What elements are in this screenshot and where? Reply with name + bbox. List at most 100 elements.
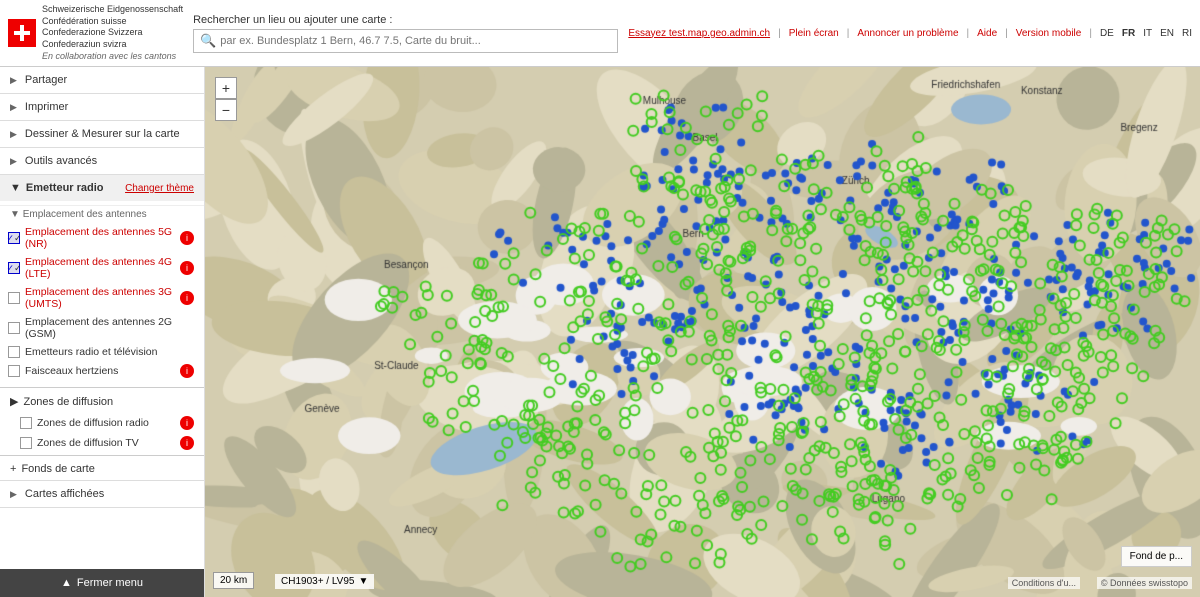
fermer-menu-label: Fermer menu: [77, 577, 143, 589]
logo-area: Schweizerische Eidgenossenschaft Confédé…: [8, 4, 183, 62]
zones-diffusion-label: Zones de diffusion: [23, 396, 113, 408]
lang-en[interactable]: EN: [1160, 28, 1174, 39]
aide-link[interactable]: Aide: [977, 28, 997, 39]
fermer-arrow-icon: ▲: [61, 577, 72, 589]
cartes-affichees-label: Cartes affichées: [25, 488, 104, 500]
layer-info-3g[interactable]: i: [180, 291, 194, 305]
emplacement-collapse-icon: ▼: [10, 209, 20, 220]
layer-item-zones-radio[interactable]: Zones de diffusion radio i: [0, 413, 204, 433]
sidebar-section-cartes: ▶ Cartes affichées: [0, 481, 204, 508]
map-scale: 20 km: [213, 572, 254, 589]
fond-carte-button[interactable]: Fond de p...: [1121, 546, 1192, 567]
zones-expand-icon: ▶: [10, 395, 18, 408]
layer-item-tv[interactable]: Emetteurs radio et télévision: [0, 343, 204, 361]
emetteur-collapse-icon: ▼: [10, 182, 21, 194]
layer-checkbox-zones-tv[interactable]: [20, 437, 32, 449]
sidebar-section-outils: ▶ Outils avancés: [0, 148, 204, 175]
layer-checkbox-faisceaux[interactable]: [8, 365, 20, 377]
layer-item-5g[interactable]: ✓ Emplacement des antennes 5G (NR) i: [0, 223, 204, 253]
conditions-link[interactable]: Conditions d'u...: [1008, 577, 1080, 589]
fonds-expand-icon: +: [10, 463, 16, 475]
layer-info-faisceaux[interactable]: i: [180, 364, 194, 378]
fonds-carte-label: Fonds de carte: [21, 463, 94, 475]
plein-ecran-link[interactable]: Plein écran: [789, 28, 839, 39]
layer-checkbox-zones-radio[interactable]: [20, 417, 32, 429]
sidebar-section-imprimer: ▶ Imprimer: [0, 94, 204, 121]
swiss-logo-icon: [8, 19, 36, 47]
lang-fr[interactable]: FR: [1122, 28, 1135, 39]
layer-info-4g[interactable]: i: [180, 261, 194, 275]
layer-item-4g[interactable]: ✓ Emplacement des antennes 4G (LTE) i: [0, 253, 204, 283]
sidebar-item-imprimer[interactable]: ▶ Imprimer: [0, 94, 204, 120]
layer-checkbox-tv[interactable]: [8, 346, 20, 358]
search-box: 🔍: [193, 29, 618, 53]
layer-info-5g[interactable]: i: [180, 231, 194, 245]
zoom-in-button[interactable]: +: [215, 77, 237, 99]
sidebar-item-cartes[interactable]: ▶ Cartes affichées: [0, 481, 204, 507]
attribution: © Données swisstopo: [1097, 577, 1192, 589]
layer-item-zones-tv[interactable]: Zones de diffusion TV i: [0, 433, 204, 453]
sidebar-item-partager[interactable]: ▶ Partager: [0, 67, 204, 93]
outils-label: Outils avancés: [25, 155, 97, 167]
logo-text: Schweizerische Eidgenossenschaft Confédé…: [42, 4, 183, 62]
layer-label-tv: Emetteurs radio et télévision: [25, 346, 194, 358]
sidebar-section-emetteur: ▼ Emetteur radio Changer thème ▼ Emplace…: [0, 175, 204, 481]
emetteur-header[interactable]: ▼ Emetteur radio Changer thème: [0, 175, 204, 201]
lang-de[interactable]: DE: [1100, 28, 1114, 39]
changer-theme-link[interactable]: Changer thème: [125, 183, 194, 194]
search-icon: 🔍: [200, 33, 216, 49]
layer-checkbox-5g[interactable]: ✓: [8, 232, 20, 244]
essayez-link[interactable]: Essayez test.map.geo.admin.ch: [628, 28, 770, 39]
version-mobile-link[interactable]: Version mobile: [1016, 28, 1082, 39]
sidebar: ▶ Partager ▶ Imprimer ▶ Dessiner & Mesur…: [0, 67, 205, 597]
sidebar-section-dessiner: ▶ Dessiner & Mesurer sur la carte: [0, 121, 204, 148]
emetteur-label: Emetteur radio: [26, 182, 104, 194]
annoncer-link[interactable]: Annoncer un problème: [857, 28, 958, 39]
layer-item-faisceaux[interactable]: Faisceaux hertziens i: [0, 361, 204, 381]
layer-label-zones-tv: Zones de diffusion TV: [37, 437, 175, 449]
main-layout: ▶ Partager ▶ Imprimer ▶ Dessiner & Mesur…: [0, 67, 1200, 597]
map-canvas: [205, 67, 1200, 597]
sidebar-item-outils[interactable]: ▶ Outils avancés: [0, 148, 204, 174]
layer-label-2g: Emplacement des antennes 2G (GSM): [25, 316, 194, 340]
partager-label: Partager: [25, 74, 67, 86]
zoom-out-button[interactable]: −: [215, 99, 237, 121]
imprimer-arrow-icon: ▶: [10, 102, 17, 113]
partager-arrow-icon: ▶: [10, 75, 17, 86]
layer-info-zones-radio[interactable]: i: [180, 416, 194, 430]
zones-diffusion-header[interactable]: ▶ Zones de diffusion: [0, 390, 204, 413]
fermer-menu-button[interactable]: ▲ Fermer menu: [0, 569, 204, 597]
layer-group-antennes: ▼ Emplacement des antennes ✓ Emplacement…: [0, 201, 204, 385]
header-links: Essayez test.map.geo.admin.ch | Plein éc…: [628, 28, 1192, 39]
layer-label-faisceaux: Faisceaux hertziens: [25, 365, 175, 377]
map-container[interactable]: + − 20 km CH1903+ / LV95 ▼ Fond de p... …: [205, 67, 1200, 597]
search-area: Rechercher un lieu ou ajouter une carte …: [193, 14, 618, 53]
sidebar-bottom: ▲ Fermer menu: [0, 569, 204, 597]
imprimer-label: Imprimer: [25, 101, 68, 113]
layer-label-5g: Emplacement des antennes 5G (NR): [25, 226, 175, 250]
lang-rm[interactable]: RI: [1182, 28, 1192, 39]
sidebar-item-dessiner[interactable]: ▶ Dessiner & Mesurer sur la carte: [0, 121, 204, 147]
search-input[interactable]: [220, 35, 540, 47]
search-label: Rechercher un lieu ou ajouter une carte …: [193, 14, 618, 26]
layer-info-zones-tv[interactable]: i: [180, 436, 194, 450]
cartes-arrow-icon: ▶: [10, 489, 17, 500]
map-coords: CH1903+ / LV95 ▼: [275, 574, 374, 589]
layer-item-3g[interactable]: Emplacement des antennes 3G (UMTS) i: [0, 283, 204, 313]
layer-label-4g: Emplacement des antennes 4G (LTE): [25, 256, 175, 280]
header: Schweizerische Eidgenossenschaft Confédé…: [0, 0, 1200, 67]
layer-label-zones-radio: Zones de diffusion radio: [37, 417, 175, 429]
lang-it[interactable]: IT: [1143, 28, 1152, 39]
layer-checkbox-4g[interactable]: ✓: [8, 262, 20, 274]
layer-item-2g[interactable]: Emplacement des antennes 2G (GSM): [0, 313, 204, 343]
coords-label: CH1903+ / LV95: [281, 576, 354, 587]
sidebar-section-partager: ▶ Partager: [0, 67, 204, 94]
map-background: + − 20 km CH1903+ / LV95 ▼ Fond de p... …: [205, 67, 1200, 597]
emplacement-group-title: ▼ Emplacement des antennes: [0, 205, 204, 223]
coords-dropdown-icon[interactable]: ▼: [358, 576, 368, 587]
layer-checkbox-3g[interactable]: [8, 292, 20, 304]
layer-checkbox-2g[interactable]: [8, 322, 20, 334]
outils-arrow-icon: ▶: [10, 156, 17, 167]
fonds-carte-header[interactable]: + Fonds de carte: [0, 458, 204, 480]
zoom-controls: + −: [215, 77, 237, 121]
